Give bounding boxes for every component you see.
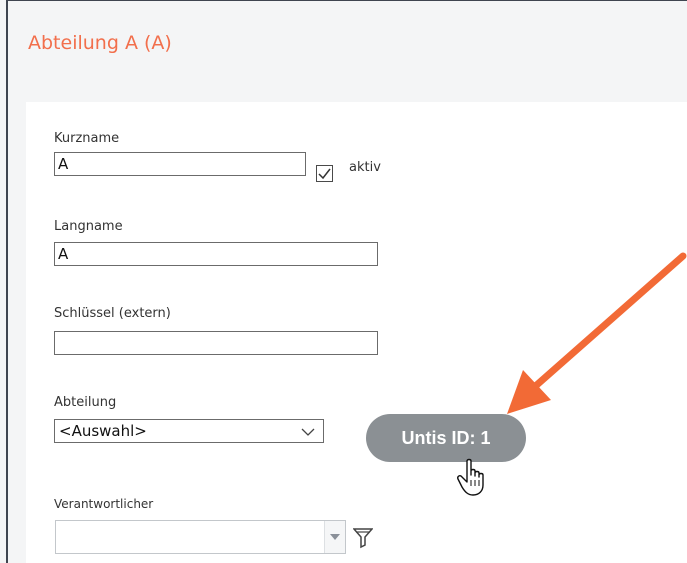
abteilung-select[interactable]: <Auswahl>	[54, 419, 324, 443]
langname-input[interactable]: A	[54, 242, 378, 266]
chevron-down-icon	[330, 534, 340, 540]
schluessel-label: Schlüssel (extern)	[54, 306, 171, 321]
aktiv-label: aktiv	[349, 160, 381, 175]
kurzname-input[interactable]: A	[54, 152, 306, 176]
schluessel-input[interactable]	[54, 331, 378, 355]
abteilung-label: Abteilung	[54, 395, 117, 410]
verantwortlicher-combobox[interactable]	[55, 520, 346, 554]
kurzname-label: Kurzname	[54, 131, 120, 146]
hand-pointer-icon	[457, 458, 484, 496]
checkmark-icon	[318, 168, 331, 180]
chevron-down-icon	[301, 428, 315, 436]
filter-icon[interactable]	[353, 527, 373, 549]
page-title: Abteilung A (A)	[28, 32, 172, 54]
combo-dropdown-button[interactable]	[324, 521, 345, 553]
aktiv-checkbox[interactable]	[316, 165, 333, 182]
abteilung-selected-value: <Auswahl>	[59, 422, 147, 440]
annotation-arrow-icon	[507, 252, 687, 414]
verantwortlicher-label: Verantwortlicher	[54, 497, 154, 511]
langname-label: Langname	[54, 219, 123, 234]
